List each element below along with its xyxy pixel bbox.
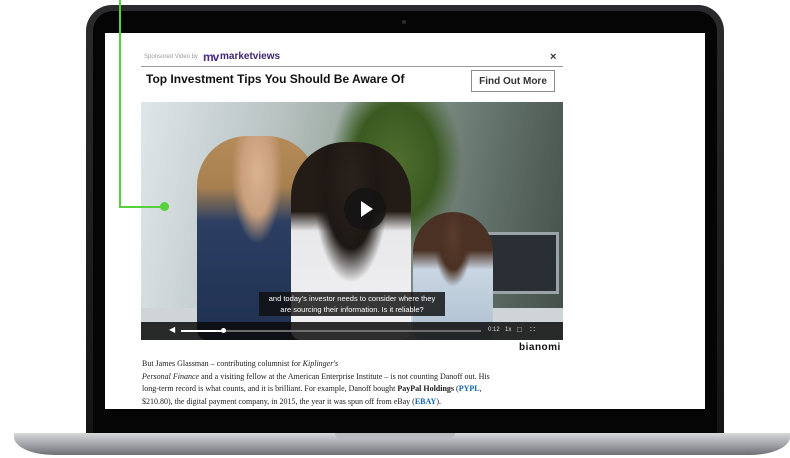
sponsored-label: Sponsored Video by: [144, 54, 198, 60]
progress-fill: [181, 330, 223, 332]
find-out-more-button[interactable]: Find Out More: [471, 70, 555, 92]
video-person-image: [413, 212, 493, 340]
close-icon[interactable]: ×: [550, 51, 556, 63]
annotation-line: [119, 206, 165, 208]
article-text: ).: [436, 396, 441, 406]
article-line: long-term record is what counts, and it …: [142, 383, 562, 396]
caption-line: are sourcing their information. Is it re…: [280, 305, 424, 314]
provider-logo[interactable]: bianomi: [519, 342, 561, 353]
annotation-line: [119, 0, 121, 207]
annotation-dot-icon: [160, 202, 169, 211]
play-icon[interactable]: [344, 188, 386, 230]
article-line: But James Glassman – contributing column…: [142, 358, 562, 371]
article-text: But James Glassman – contributing column…: [142, 359, 303, 368]
webcam-icon: [402, 20, 406, 24]
publication-name: Kiplinger's: [302, 359, 339, 368]
brand-name[interactable]: marketviews: [220, 51, 280, 62]
article-line: $210.80), the digital payment company, i…: [142, 396, 562, 409]
progress-knob[interactable]: [221, 328, 226, 333]
playback-speed-button[interactable]: 1x: [505, 327, 511, 333]
marketviews-logo-icon[interactable]: mv: [203, 50, 219, 64]
video-controls: ◀ 0:12 1x □ ∷: [141, 322, 563, 340]
article-text: ,: [479, 384, 482, 393]
article-text: $210.80), the digital payment company, i…: [142, 396, 415, 406]
laptop-screen: Sponsored Video by mv marketviews × Top …: [105, 33, 705, 409]
publication-name: Personal Finance: [142, 371, 200, 381]
volume-icon[interactable]: ◀: [169, 325, 175, 334]
video-player[interactable]: and today's investor needs to consider w…: [141, 102, 563, 340]
article-text: long-term record is what counts, and it …: [142, 384, 398, 393]
fullscreen-icon[interactable]: ∷: [530, 325, 535, 334]
article-text: and a visiting fellow at the American En…: [199, 371, 490, 381]
progress-bar[interactable]: [181, 328, 481, 333]
article-body: But James Glassman – contributing column…: [142, 358, 562, 408]
captions-icon[interactable]: □: [517, 325, 522, 334]
article-line: Personal Finance and a visiting fellow a…: [142, 371, 562, 384]
ticker-link-pypl[interactable]: PYPL: [459, 384, 480, 393]
laptop-notch: [335, 433, 455, 439]
ticker-link-ebay[interactable]: EBAY: [415, 397, 437, 406]
ad-top-bar: Sponsored Video by mv marketviews ×: [141, 48, 563, 67]
caption-line: and today's investor needs to consider w…: [268, 294, 436, 303]
video-caption: and today's investor needs to consider w…: [259, 292, 445, 316]
sponsored-video-widget: Sponsored Video by mv marketviews × Top …: [141, 48, 563, 353]
ad-headline[interactable]: Top Investment Tips You Should Be Aware …: [146, 72, 404, 86]
video-time: 0:12: [488, 327, 500, 333]
company-name: PayPal Holdings: [397, 384, 455, 393]
